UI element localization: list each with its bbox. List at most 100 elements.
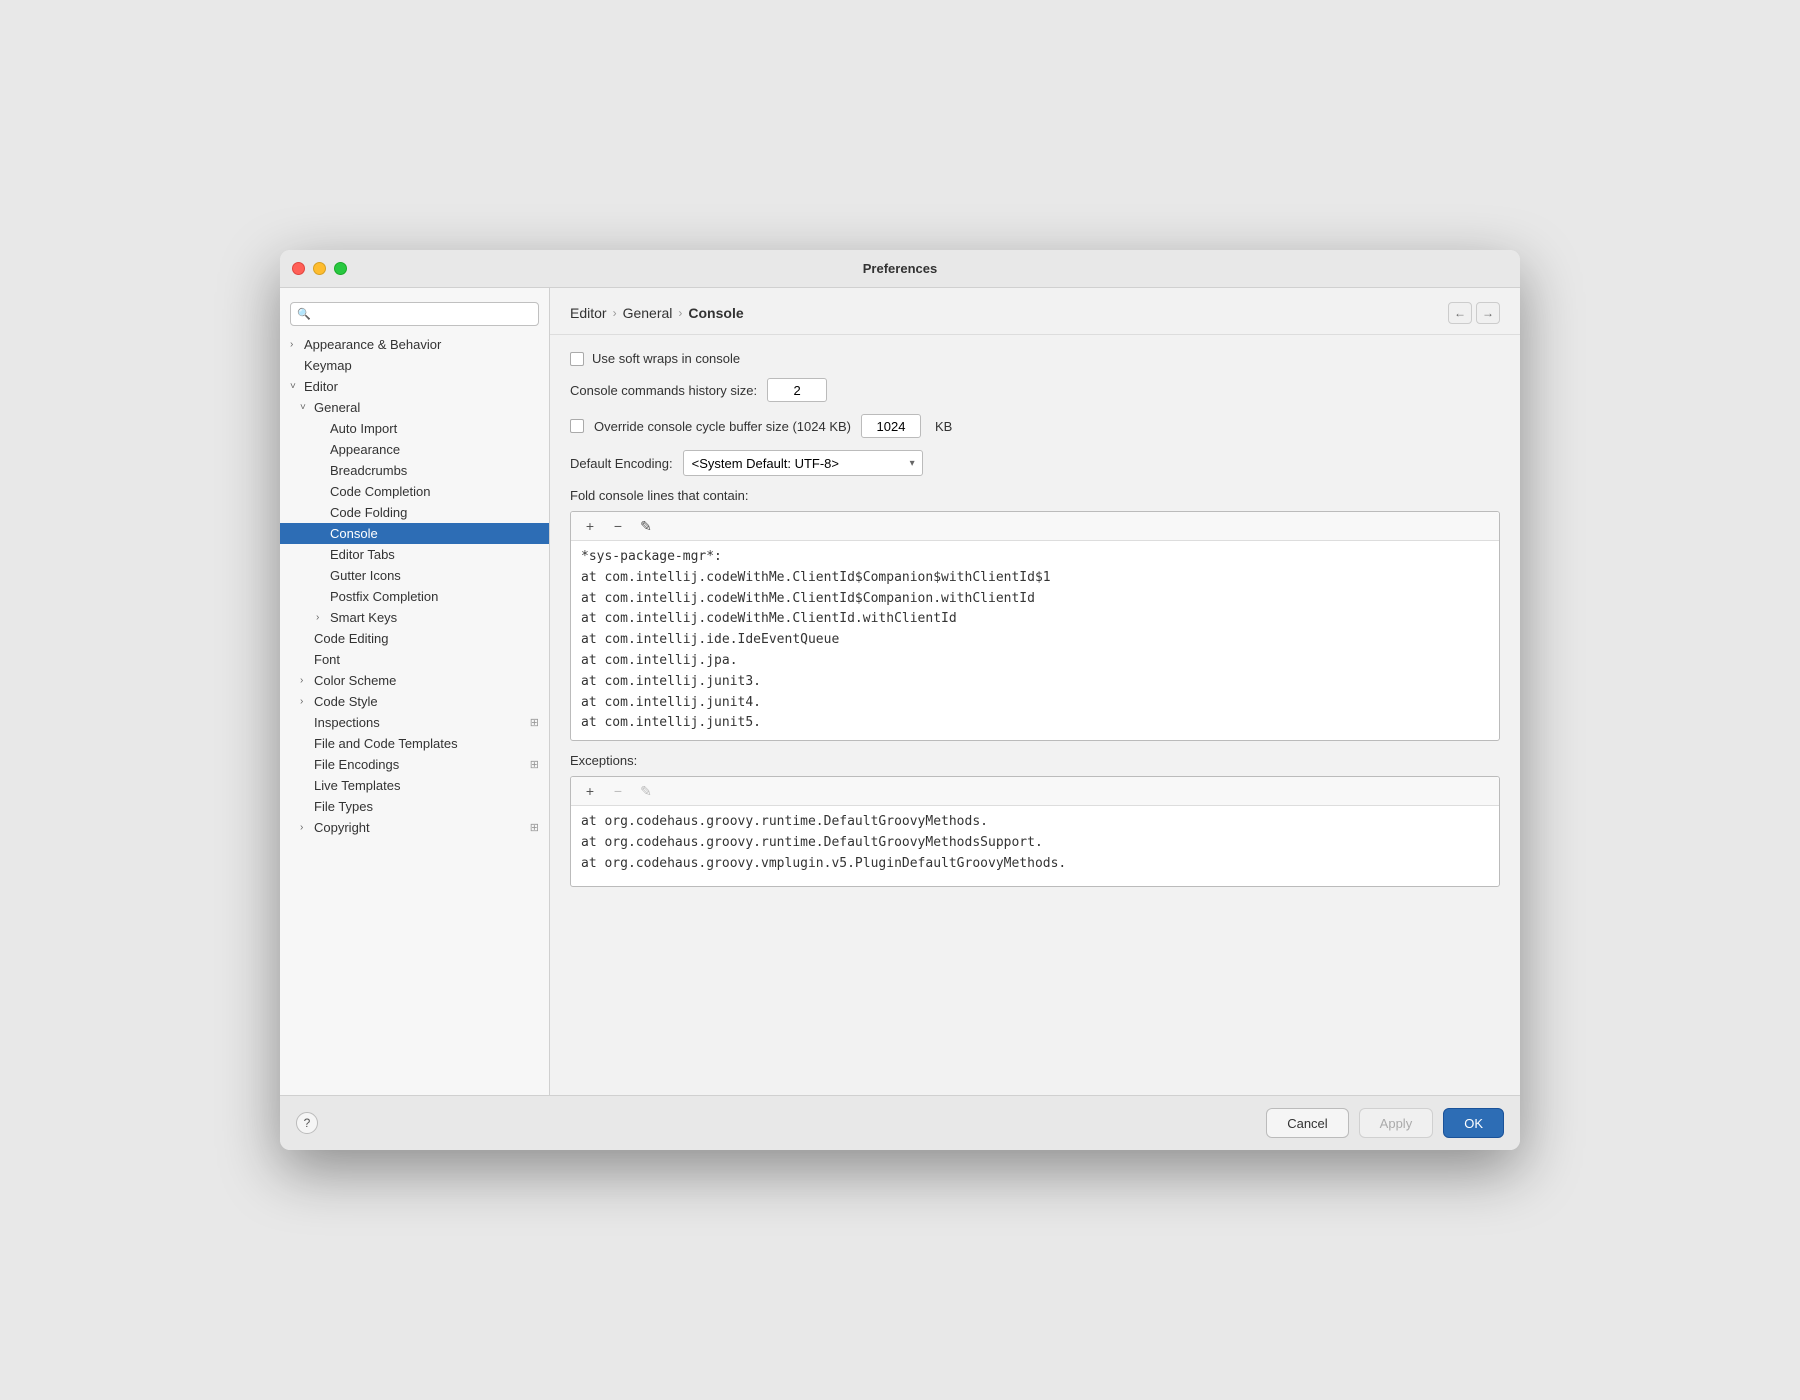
- sidebar-item-code-folding[interactable]: Code Folding: [280, 502, 549, 523]
- ok-button[interactable]: OK: [1443, 1108, 1504, 1138]
- fold-list-item: at com.intellij.codeWithMe.ClientId$Comp…: [581, 589, 1489, 610]
- sidebar-item-label: Editor: [304, 379, 338, 394]
- sidebar-item-label: Live Templates: [314, 778, 400, 793]
- help-icon: ?: [304, 1116, 311, 1130]
- fold-list-item: at com.intellij.codeWithMe.ClientId.with…: [581, 609, 1489, 630]
- sidebar-item-console[interactable]: Console: [280, 523, 549, 544]
- sidebar-item-label: Code Editing: [314, 631, 388, 646]
- breadcrumb-general: General: [623, 305, 673, 321]
- exceptions-list-box: + − ✎ at org.codehaus.groovy.runtime.Def…: [570, 776, 1500, 887]
- fold-label: Fold console lines that contain:: [570, 488, 1500, 503]
- sidebar-item-label: Keymap: [304, 358, 352, 373]
- nav-back-button[interactable]: ←: [1448, 302, 1472, 324]
- sidebar-item-code-completion[interactable]: Code Completion: [280, 481, 549, 502]
- history-size-input[interactable]: [767, 378, 827, 402]
- encoding-row: Default Encoding: <System Default: UTF-8…: [570, 450, 1500, 476]
- fold-list-item: at com.intellij.ide.IdeEventQueue: [581, 630, 1489, 651]
- kb-label: KB: [935, 419, 952, 434]
- arrow-icon: ˅: [290, 381, 304, 392]
- sidebar-item-breadcrumbs[interactable]: Breadcrumbs: [280, 460, 549, 481]
- encoding-select-wrap: <System Default: UTF-8> UTF-8 UTF-16 ISO…: [683, 450, 923, 476]
- main-content: 🔍 › Appearance & Behavior Keymap˅ Editor…: [280, 288, 1520, 1095]
- sidebar-item-label: File Types: [314, 799, 373, 814]
- sidebar-item-label: Editor Tabs: [330, 547, 395, 562]
- sidebar-item-label: Console: [330, 526, 378, 541]
- sidebar-item-label: Appearance: [330, 442, 400, 457]
- titlebar: Preferences: [280, 250, 1520, 288]
- settings-page-icon: ⊞: [530, 758, 539, 771]
- sidebar: 🔍 › Appearance & Behavior Keymap˅ Editor…: [280, 288, 550, 1095]
- minimize-button[interactable]: [313, 262, 326, 275]
- sidebar-item-copyright[interactable]: › Copyright⊞: [280, 817, 549, 838]
- footer-left: ?: [296, 1108, 1256, 1138]
- sidebar-item-label: General: [314, 400, 360, 415]
- history-size-row: Console commands history size:: [570, 378, 1500, 402]
- panel-body: Use soft wraps in console Console comman…: [550, 335, 1520, 1095]
- arrow-icon: ›: [300, 696, 314, 707]
- exceptions-remove-button[interactable]: −: [607, 781, 629, 801]
- search-input[interactable]: [290, 302, 539, 326]
- override-buffer-input[interactable]: [861, 414, 921, 438]
- encoding-select[interactable]: <System Default: UTF-8> UTF-8 UTF-16 ISO…: [683, 450, 923, 476]
- close-button[interactable]: [292, 262, 305, 275]
- maximize-button[interactable]: [334, 262, 347, 275]
- arrow-icon: ˅: [300, 402, 314, 413]
- sidebar-item-keymap[interactable]: Keymap: [280, 355, 549, 376]
- sidebar-item-label: Smart Keys: [330, 610, 397, 625]
- nav-forward-button[interactable]: →: [1476, 302, 1500, 324]
- sidebar-item-inspections[interactable]: Inspections⊞: [280, 712, 549, 733]
- sidebar-item-file-code-templates[interactable]: File and Code Templates: [280, 733, 549, 754]
- sidebar-item-appearance-behavior[interactable]: › Appearance & Behavior: [280, 334, 549, 355]
- cancel-button[interactable]: Cancel: [1266, 1108, 1348, 1138]
- sidebar-item-editor-tabs[interactable]: Editor Tabs: [280, 544, 549, 565]
- fold-add-button[interactable]: +: [579, 516, 601, 536]
- sidebar-item-live-templates[interactable]: Live Templates: [280, 775, 549, 796]
- sidebar-item-general[interactable]: ˅ General: [280, 397, 549, 418]
- sidebar-item-color-scheme[interactable]: › Color Scheme: [280, 670, 549, 691]
- fold-list-box: + − ✎ *sys-package-mgr*:at com.intellij.…: [570, 511, 1500, 741]
- sidebar-item-label: Inspections: [314, 715, 380, 730]
- exceptions-list-item: at org.codehaus.groovy.runtime.DefaultGr…: [581, 812, 1489, 833]
- sidebar-item-smart-keys[interactable]: › Smart Keys: [280, 607, 549, 628]
- sidebar-item-editor[interactable]: ˅ Editor: [280, 376, 549, 397]
- sidebar-item-code-editing[interactable]: Code Editing: [280, 628, 549, 649]
- sidebar-item-code-style[interactable]: › Code Style: [280, 691, 549, 712]
- fold-remove-button[interactable]: −: [607, 516, 629, 536]
- sidebar-item-appearance[interactable]: Appearance: [280, 439, 549, 460]
- sidebar-item-label: Breadcrumbs: [330, 463, 407, 478]
- exceptions-add-button[interactable]: +: [579, 781, 601, 801]
- breadcrumb-console: Console: [688, 305, 743, 321]
- exceptions-list-item: at org.codehaus.groovy.vmplugin.v5.Plugi…: [581, 854, 1489, 875]
- soft-wrap-checkbox-wrap: Use soft wraps in console: [570, 351, 740, 366]
- preferences-window: Preferences 🔍 › Appearance & Behavior Ke…: [280, 250, 1520, 1150]
- sidebar-item-font[interactable]: Font: [280, 649, 549, 670]
- sidebar-item-gutter-icons[interactable]: Gutter Icons: [280, 565, 549, 586]
- override-buffer-row: Override console cycle buffer size (1024…: [570, 414, 1500, 438]
- footer: ? Cancel Apply OK: [280, 1095, 1520, 1150]
- sidebar-item-auto-import[interactable]: Auto Import: [280, 418, 549, 439]
- search-wrapper: 🔍: [290, 302, 539, 326]
- breadcrumb-editor: Editor: [570, 305, 607, 321]
- arrow-icon: ›: [290, 339, 304, 350]
- search-container: 🔍: [280, 296, 549, 334]
- exceptions-edit-button[interactable]: ✎: [635, 781, 657, 801]
- window-title: Preferences: [863, 261, 937, 276]
- sidebar-item-label: Code Style: [314, 694, 378, 709]
- soft-wrap-label: Use soft wraps in console: [592, 351, 740, 366]
- sidebar-item-file-encodings[interactable]: File Encodings⊞: [280, 754, 549, 775]
- sidebar-item-label: Color Scheme: [314, 673, 396, 688]
- soft-wrap-checkbox[interactable]: [570, 352, 584, 366]
- apply-button[interactable]: Apply: [1359, 1108, 1434, 1138]
- arrow-icon: ›: [316, 612, 330, 623]
- panel-header: Editor › General › Console ← →: [550, 288, 1520, 335]
- sidebar-item-file-types[interactable]: File Types: [280, 796, 549, 817]
- sidebar-item-postfix-completion[interactable]: Postfix Completion: [280, 586, 549, 607]
- fold-list-item: at com.intellij.junit3.: [581, 672, 1489, 693]
- exceptions-list-toolbar: + − ✎: [571, 777, 1499, 806]
- sidebar-item-label: Appearance & Behavior: [304, 337, 441, 352]
- fold-edit-button[interactable]: ✎: [635, 516, 657, 536]
- window-controls: [292, 262, 347, 275]
- sidebar-item-label: Code Folding: [330, 505, 407, 520]
- help-button[interactable]: ?: [296, 1112, 318, 1134]
- override-buffer-checkbox[interactable]: [570, 419, 584, 433]
